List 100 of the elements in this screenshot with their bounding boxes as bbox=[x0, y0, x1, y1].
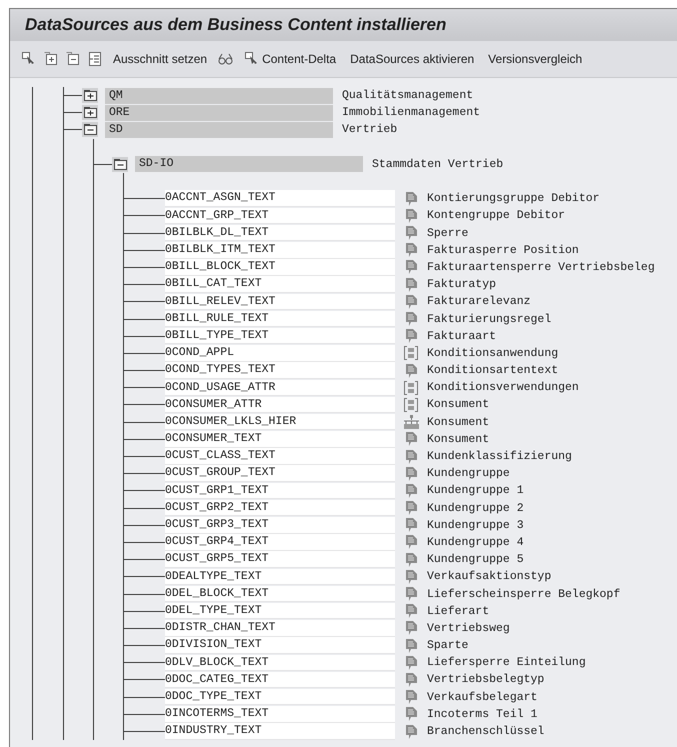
document-icon bbox=[406, 501, 416, 516]
datasource-name[interactable]: 0CUST_GRP4_TEXT bbox=[165, 534, 395, 551]
document-icon bbox=[406, 260, 416, 274]
content-delta-button[interactable]: Content-Delta bbox=[240, 50, 342, 68]
document-icon bbox=[406, 604, 416, 618]
document-icon bbox=[406, 226, 416, 240]
datasource-description: Kundengruppe bbox=[427, 467, 510, 480]
collapse-icon[interactable] bbox=[82, 122, 98, 138]
datasource-name[interactable]: 0DOC_TYPE_TEXT bbox=[165, 688, 395, 706]
datasource-description: Fakturatyp bbox=[427, 278, 496, 292]
expand-icon[interactable] bbox=[42, 50, 60, 68]
document-icon bbox=[406, 638, 416, 653]
document-icon bbox=[406, 329, 416, 344]
document-icon bbox=[406, 294, 416, 309]
datasource-name[interactable]: 0DOC_CATEG_TEXT bbox=[165, 672, 395, 688]
datasource-description: Fakturierungsregel bbox=[427, 312, 552, 326]
datasource-description: Konsument bbox=[427, 398, 490, 412]
window-title: DataSources aus dem Business Content installieren bbox=[25, 15, 446, 35]
datasource-description: Kundengruppe 2 bbox=[427, 502, 524, 515]
datasource-name[interactable]: 0BILBLK_ITM_TEXT bbox=[165, 242, 395, 259]
datasource-description: Konsument bbox=[427, 432, 490, 446]
datasource-name[interactable]: 0CUST_CLASS_TEXT bbox=[165, 448, 395, 465]
document-icon bbox=[406, 621, 416, 636]
collapse-icon[interactable] bbox=[112, 156, 128, 172]
datasource-name[interactable]: 0BILBLK_DL_TEXT bbox=[165, 224, 395, 242]
node-name[interactable]: QM bbox=[105, 88, 333, 104]
document-icon bbox=[406, 672, 416, 687]
datasource-description: Fakturaart bbox=[427, 330, 496, 343]
toolbar-button[interactable]: DataSources aktivieren bbox=[345, 50, 480, 68]
datasource-description: Kundengruppe 3 bbox=[427, 518, 524, 532]
node-name[interactable]: SD-IO bbox=[135, 156, 363, 172]
datasource-description: Fakturasperre Position bbox=[427, 244, 579, 257]
datasource-name[interactable]: 0DISTR_CHAN_TEXT bbox=[165, 620, 395, 637]
datasource-description: Sparte bbox=[427, 639, 468, 652]
datasource-name[interactable]: 0CUST_GRP5_TEXT bbox=[165, 551, 395, 568]
datasource-name[interactable]: 0BILL_RULE_TEXT bbox=[165, 310, 395, 328]
list-icon[interactable] bbox=[86, 50, 104, 68]
document-icon bbox=[406, 278, 416, 292]
datasource-description: Liefersperre Einteilung bbox=[427, 656, 586, 670]
datasource-description: Vertriebsbelegtyp bbox=[427, 673, 544, 686]
datasource-name[interactable]: 0BILL_RELEV_TEXT bbox=[165, 294, 395, 310]
document-icon bbox=[406, 570, 416, 584]
document-icon bbox=[406, 432, 416, 446]
datasource-description: Kundengruppe 5 bbox=[427, 553, 524, 566]
datasource-name[interactable]: 0BILL_TYPE_TEXT bbox=[165, 328, 395, 344]
document-icon bbox=[406, 656, 416, 670]
datasource-description: Kundengruppe 1 bbox=[427, 484, 524, 498]
node-name[interactable]: SD bbox=[105, 122, 333, 138]
document-icon bbox=[406, 312, 416, 326]
expand-icon[interactable] bbox=[82, 105, 98, 120]
node-description: Vertrieb bbox=[342, 123, 398, 136]
datasource-description: Kontierungsgruppe Debitor bbox=[427, 192, 600, 206]
expand-icon[interactable] bbox=[82, 88, 98, 104]
hierarchy-icon bbox=[404, 415, 418, 430]
datasource-description: Branchenschlüssel bbox=[427, 725, 544, 738]
datasource-name[interactable]: 0CUST_GRP3_TEXT bbox=[165, 517, 395, 534]
node-name[interactable]: ORE bbox=[105, 104, 333, 121]
document-icon bbox=[406, 535, 416, 550]
document-icon bbox=[406, 552, 416, 567]
datasource-description: Lieferscheinsperre Belegkopf bbox=[427, 588, 620, 601]
datasource-description: Konditionsanwendung bbox=[427, 346, 558, 360]
toolbar-button[interactable]: Versionsvergleich bbox=[483, 50, 588, 68]
toolbar-button[interactable]: Ausschnitt setzen bbox=[108, 50, 212, 68]
bracket-icon bbox=[404, 398, 418, 412]
datasource-name[interactable]: 0COND_TYPES_TEXT bbox=[165, 362, 395, 379]
datasource-name[interactable]: 0COND_APPL bbox=[165, 345, 395, 362]
datasource-name[interactable]: 0INCOTERMS_TEXT bbox=[165, 706, 395, 723]
datasource-name[interactable]: 0CUST_GRP2_TEXT bbox=[165, 500, 395, 516]
node-description: Qualitätsmanagement bbox=[342, 89, 474, 102]
datasource-description: Konditionsartentext bbox=[427, 364, 558, 378]
document-icon bbox=[406, 587, 416, 602]
document-icon bbox=[406, 724, 416, 739]
document-icon bbox=[406, 484, 416, 498]
bracket-icon bbox=[404, 346, 418, 360]
document-icon bbox=[406, 518, 416, 532]
datasource-name[interactable]: 0CONSUMER_ATTR bbox=[165, 396, 395, 414]
datasource-description: Verkaufsbelegart bbox=[427, 690, 538, 704]
datasource-description: Konsument bbox=[427, 416, 490, 429]
datasource-name[interactable]: 0BILL_CAT_TEXT bbox=[165, 276, 395, 293]
datasource-name[interactable]: 0ACCNT_ASGN_TEXT bbox=[165, 190, 395, 207]
datasource-name[interactable]: 0DEL_BLOCK_TEXT bbox=[165, 586, 395, 602]
datasource-name[interactable]: 0CUST_GRP1_TEXT bbox=[165, 482, 395, 500]
datasource-name[interactable]: 0DEALTYPE_TEXT bbox=[165, 568, 395, 586]
datasource-name[interactable]: 0ACCNT_GRP_TEXT bbox=[165, 208, 395, 224]
datasource-name[interactable]: 0CUST_GROUP_TEXT bbox=[165, 465, 395, 482]
document-icon bbox=[406, 208, 416, 223]
datasource-name[interactable]: 0BILL_BLOCK_TEXT bbox=[165, 259, 395, 276]
datasource-name[interactable]: 0CONSUMER_LKLS_HIER bbox=[165, 414, 395, 430]
datasource-name[interactable]: 0CONSUMER_TEXT bbox=[165, 431, 395, 448]
datasource-name[interactable]: 0COND_USAGE_ATTR bbox=[165, 380, 395, 396]
datasource-name[interactable]: 0DLV_BLOCK_TEXT bbox=[165, 654, 395, 672]
datasource-description: Sperre bbox=[427, 226, 468, 240]
document-icon bbox=[406, 364, 416, 378]
datasource-name[interactable]: 0DIVISION_TEXT bbox=[165, 637, 395, 654]
datasource-name[interactable]: 0DEL_TYPE_TEXT bbox=[165, 602, 395, 620]
datasource-description: Lieferart bbox=[427, 604, 490, 618]
node-description: Immobilienmanagement bbox=[342, 106, 480, 120]
cursor-icon bbox=[245, 52, 260, 66]
bracket-icon bbox=[404, 380, 418, 395]
datasource-name[interactable]: 0INDUSTRY_TEXT bbox=[165, 723, 395, 740]
